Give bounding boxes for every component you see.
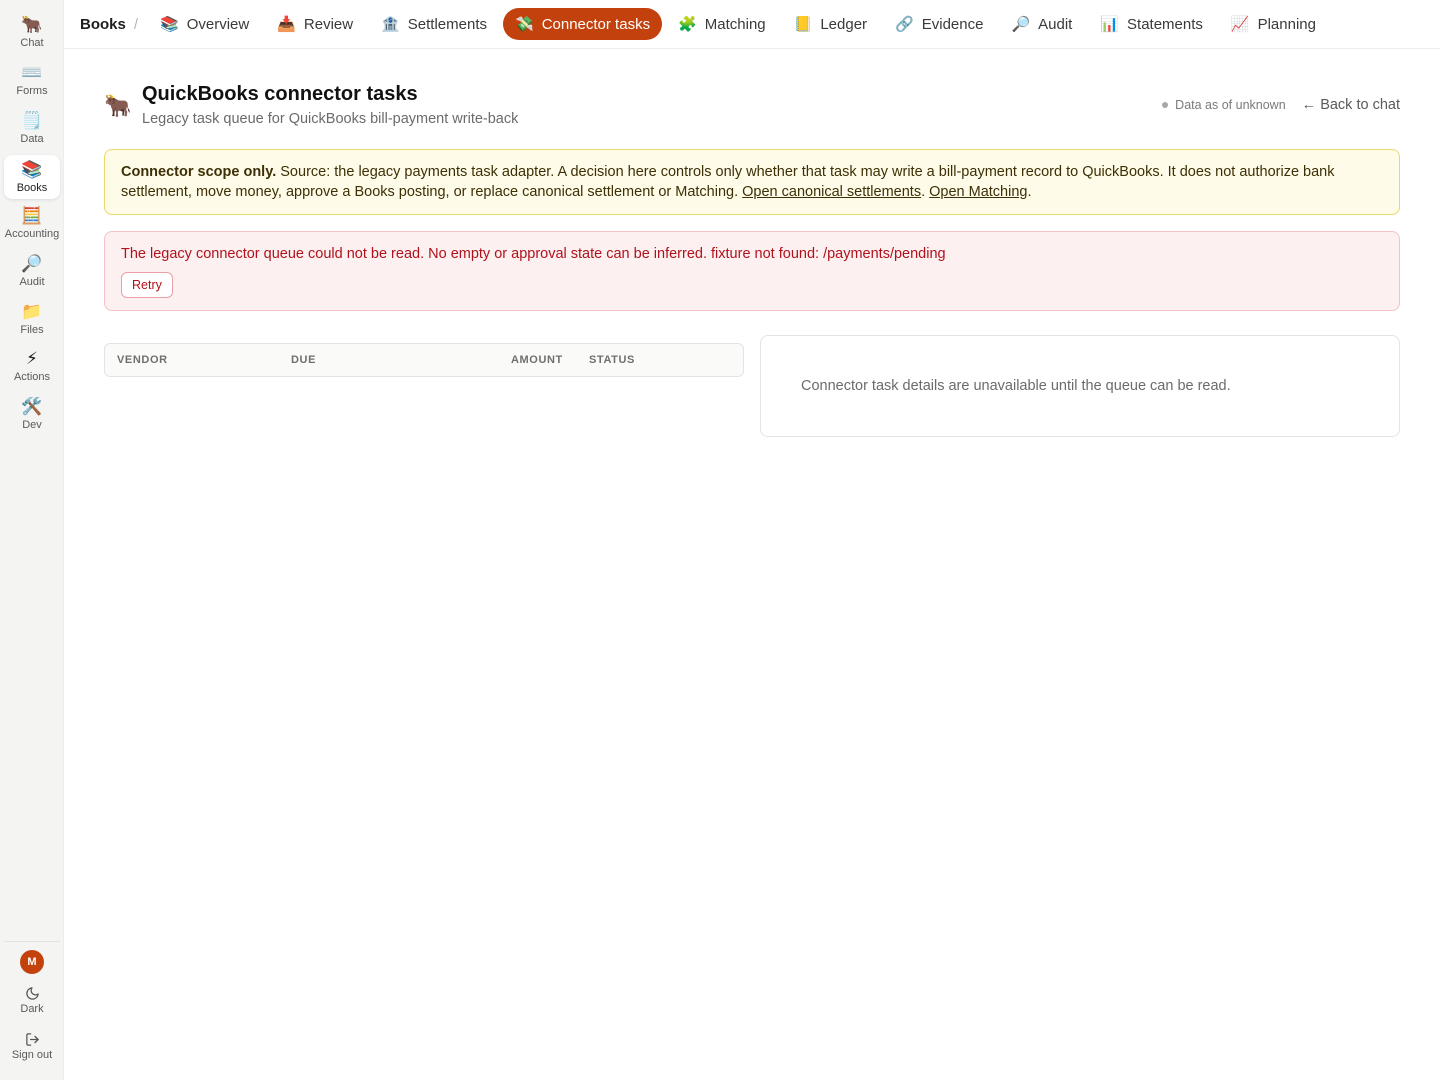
left-rail: 🐂 Chat ⌨️ Forms 🗒️ Data 📚 Books 🧮 Accoun… bbox=[0, 0, 64, 1080]
tab-settlements[interactable]: 🏦 Settlements bbox=[369, 8, 499, 40]
rail-divider bbox=[4, 941, 60, 942]
detail-unavailable-message: Connector task details are unavailable u… bbox=[801, 378, 1231, 394]
tab-label: Matching bbox=[704, 15, 766, 33]
tab-label: Statements bbox=[1127, 15, 1203, 33]
tab-connector-tasks[interactable]: 💸 Connector tasks bbox=[503, 8, 663, 40]
link-icon: 🔗 bbox=[895, 16, 914, 33]
keyboard-icon: ⌨️ bbox=[21, 63, 43, 82]
rail-item-label: Audit bbox=[19, 276, 45, 288]
ox-icon: 🐂 bbox=[21, 15, 43, 34]
rail-item-accounting[interactable]: 🧮 Accounting bbox=[4, 201, 60, 245]
notepad-icon: 🗒️ bbox=[21, 111, 43, 130]
scope-notice: Connector scope only. Source: the legacy… bbox=[104, 149, 1400, 215]
rail-item-data[interactable]: 🗒️ Data bbox=[4, 106, 60, 150]
rail-item-chat[interactable]: 🐂 Chat bbox=[4, 10, 60, 54]
dark-mode-toggle[interactable]: Dark bbox=[4, 984, 60, 1015]
breadcrumb-separator: / bbox=[133, 15, 139, 33]
data-freshness: Data as of unknown bbox=[1162, 98, 1286, 112]
tab-label: Connector tasks bbox=[541, 15, 651, 33]
folder-icon: 📁 bbox=[21, 302, 43, 321]
puzzle-icon: 🧩 bbox=[678, 16, 697, 33]
rail-item-files[interactable]: 📁 Files bbox=[4, 297, 60, 341]
magnifier-icon: 🔎 bbox=[21, 254, 43, 273]
bank-icon: 🏦 bbox=[381, 16, 400, 33]
column-header-status[interactable]: STATUS bbox=[589, 354, 635, 366]
rail-item-label: Forms bbox=[16, 85, 48, 97]
tab-label: Settlements bbox=[407, 15, 487, 33]
money-wings-icon: 💸 bbox=[515, 16, 534, 33]
dark-mode-label: Dark bbox=[20, 1003, 44, 1015]
sign-out-icon bbox=[25, 1030, 40, 1048]
notice-text: Source: the legacy payments task adapter… bbox=[121, 164, 1335, 200]
page-subtitle: Legacy task queue for QuickBooks bill-pa… bbox=[142, 111, 519, 127]
tab-ledger[interactable]: 📒 Ledger bbox=[782, 8, 879, 40]
column-header-vendor[interactable]: VENDOR bbox=[117, 354, 168, 366]
ox-icon: 🐂 bbox=[104, 93, 132, 118]
column-header-due[interactable]: DUE bbox=[291, 354, 316, 366]
rail-item-dev[interactable]: 🛠️ Dev bbox=[4, 392, 60, 436]
rail-item-label: Accounting bbox=[4, 228, 60, 240]
open-settlements-link[interactable]: Open canonical settlements bbox=[742, 184, 921, 200]
rail-item-audit[interactable]: 🔎 Audit bbox=[4, 249, 60, 293]
rail-item-books[interactable]: 📚 Books bbox=[4, 155, 60, 199]
tab-audit[interactable]: 🔎 Audit bbox=[999, 8, 1084, 40]
tab-evidence[interactable]: 🔗 Evidence bbox=[883, 8, 995, 40]
column-header-amount[interactable]: AMOUNT bbox=[511, 354, 563, 366]
tab-label: Review bbox=[303, 15, 354, 33]
books-icon: 📚 bbox=[21, 160, 43, 179]
status-dot-icon bbox=[1162, 102, 1169, 108]
tab-planning[interactable]: 📈 Planning bbox=[1219, 8, 1328, 40]
rail-item-label: Books bbox=[16, 182, 48, 194]
tab-label: Evidence bbox=[921, 15, 984, 33]
top-nav: Books / 📚 Overview 📥 Review 🏦 Settlement… bbox=[64, 0, 1440, 49]
retry-button[interactable]: Retry bbox=[121, 272, 173, 298]
tab-label: Ledger bbox=[820, 15, 868, 33]
header-actions: Data as of unknown ← Back to chat bbox=[1162, 97, 1400, 113]
open-matching-link[interactable]: Open Matching bbox=[929, 184, 1027, 200]
lightning-icon: ⚡ bbox=[26, 349, 38, 368]
breadcrumb[interactable]: Books bbox=[80, 16, 126, 33]
rail-item-label: Chat bbox=[20, 37, 44, 49]
abacus-icon: 🧮 bbox=[21, 206, 43, 225]
error-banner: The legacy connector queue could not be … bbox=[104, 231, 1400, 311]
page-title: QuickBooks connector tasks bbox=[142, 83, 418, 105]
tools-icon: 🛠️ bbox=[21, 397, 43, 416]
data-freshness-label: Data as of unknown bbox=[1175, 98, 1286, 112]
tab-review[interactable]: 📥 Review bbox=[265, 8, 365, 40]
back-to-chat-link[interactable]: ← Back to chat bbox=[1302, 97, 1400, 113]
tab-overview[interactable]: 📚 Overview bbox=[148, 8, 261, 40]
tab-matching[interactable]: 🧩 Matching bbox=[666, 8, 778, 40]
main-content: 🐂 QuickBooks connector tasks Legacy task… bbox=[104, 49, 1400, 437]
rail-item-label: Data bbox=[20, 133, 44, 145]
sign-out-label: Sign out bbox=[11, 1049, 53, 1061]
rail-item-label: Actions bbox=[13, 371, 51, 383]
page-header: 🐂 QuickBooks connector tasks Legacy task… bbox=[104, 49, 1400, 149]
sign-out-button[interactable]: Sign out bbox=[4, 1030, 60, 1061]
moon-icon bbox=[25, 984, 40, 1002]
books-icon: 📚 bbox=[160, 16, 179, 33]
tab-label: Audit bbox=[1038, 15, 1073, 33]
ledger-icon: 📒 bbox=[793, 16, 813, 33]
rail-item-label: Dev bbox=[22, 419, 42, 431]
tab-statements[interactable]: 📊 Statements bbox=[1088, 8, 1215, 40]
rail-item-label: Files bbox=[20, 324, 44, 336]
tab-label: Planning bbox=[1257, 15, 1316, 33]
connector-tasks-table: VENDOR DUE AMOUNT STATUS bbox=[104, 343, 744, 377]
avatar[interactable]: M bbox=[20, 950, 44, 974]
tab-label: Overview bbox=[186, 15, 250, 33]
notice-end: . bbox=[1027, 184, 1032, 200]
magnifier-icon: 🔎 bbox=[1011, 16, 1031, 33]
task-detail-panel: Connector task details are unavailable u… bbox=[760, 335, 1400, 437]
bar-chart-icon: 📊 bbox=[1100, 16, 1120, 33]
rail-item-forms[interactable]: ⌨️ Forms bbox=[4, 58, 60, 102]
inbox-tray-icon: 📥 bbox=[277, 16, 296, 33]
notice-bold: Connector scope only. bbox=[121, 164, 277, 180]
rail-item-actions[interactable]: ⚡ Actions bbox=[4, 344, 60, 388]
notice-separator: . bbox=[921, 184, 930, 200]
error-message: The legacy connector queue could not be … bbox=[121, 246, 946, 262]
trend-chart-icon: 📈 bbox=[1230, 16, 1250, 33]
